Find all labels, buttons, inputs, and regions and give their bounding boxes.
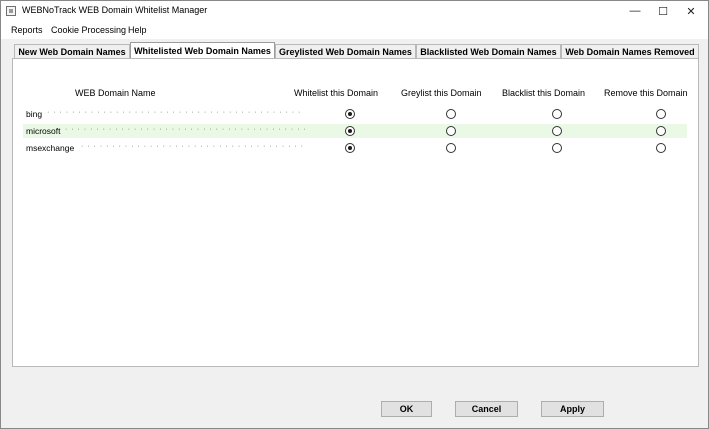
tab-greylisted-web-domain-names[interactable]: Greylisted Web Domain Names [275, 44, 416, 58]
domain-row-bing: bing · · · · · · · · · · · · · · · · · ·… [23, 107, 687, 121]
blacklist-radio[interactable] [552, 109, 562, 119]
leader-dots: · · · · · · · · · · · · · · · · · · · · … [65, 126, 305, 133]
tab-blacklisted-web-domain-names[interactable]: Blacklisted Web Domain Names [416, 44, 561, 58]
header-web-domain-name: WEB Domain Name [75, 88, 156, 98]
domain-row-msexchange: msexchange · · · · · · · · · · · · · · ·… [23, 141, 687, 155]
domain-name: microsoft [26, 126, 61, 136]
tab-new-web-domain-names[interactable]: New Web Domain Names [14, 44, 130, 58]
whitelist-radio[interactable] [345, 143, 355, 153]
blacklist-radio[interactable] [552, 143, 562, 153]
menu-cookie-processing[interactable]: Cookie Processing [51, 25, 126, 35]
domain-row-microsoft: microsoft · · · · · · · · · · · · · · · … [23, 124, 687, 138]
ok-button[interactable]: OK [381, 401, 432, 417]
leader-dots: · · · · · · · · · · · · · · · · · · · · … [47, 109, 305, 116]
header-greylist: Greylist this Domain [401, 88, 482, 98]
menu-bar: Reports Cookie Processing Help [1, 21, 708, 39]
apply-button[interactable]: Apply [541, 401, 604, 417]
tab-web-domain-names-removed[interactable]: Web Domain Names Removed [561, 44, 699, 58]
domain-name: msexchange [26, 143, 75, 153]
whitelisted-domains-panel: WEB Domain Name Whitelist this Domain Gr… [12, 58, 699, 367]
domain-name: bing [26, 109, 43, 119]
title-bar[interactable]: WEBNoTrack WEB Domain Whitelist Manager … [1, 1, 708, 21]
whitelist-radio[interactable] [345, 126, 355, 136]
menu-help[interactable]: Help [128, 25, 147, 35]
greylist-radio[interactable] [446, 143, 456, 153]
menu-reports[interactable]: Reports [11, 25, 43, 35]
header-remove: Remove this Domain [604, 88, 688, 98]
window-title: WEBNoTrack WEB Domain Whitelist Manager [22, 5, 208, 15]
whitelist-radio[interactable] [345, 109, 355, 119]
remove-radio[interactable] [656, 143, 666, 153]
blacklist-radio[interactable] [552, 126, 562, 136]
greylist-radio[interactable] [446, 109, 456, 119]
header-blacklist: Blacklist this Domain [502, 88, 586, 98]
remove-radio[interactable] [656, 109, 666, 119]
app-window: WEBNoTrack WEB Domain Whitelist Manager … [0, 0, 709, 429]
cancel-button[interactable]: Cancel [455, 401, 518, 417]
close-button[interactable]: ✕ [675, 1, 707, 21]
remove-radio[interactable] [656, 126, 666, 136]
tab-whitelisted-web-domain-names[interactable]: Whitelisted Web Domain Names [130, 42, 275, 58]
header-whitelist: Whitelist this Domain [294, 88, 379, 98]
greylist-radio[interactable] [446, 126, 456, 136]
leader-dots: · · · · · · · · · · · · · · · · · · · · … [81, 143, 305, 150]
app-icon [6, 6, 16, 16]
